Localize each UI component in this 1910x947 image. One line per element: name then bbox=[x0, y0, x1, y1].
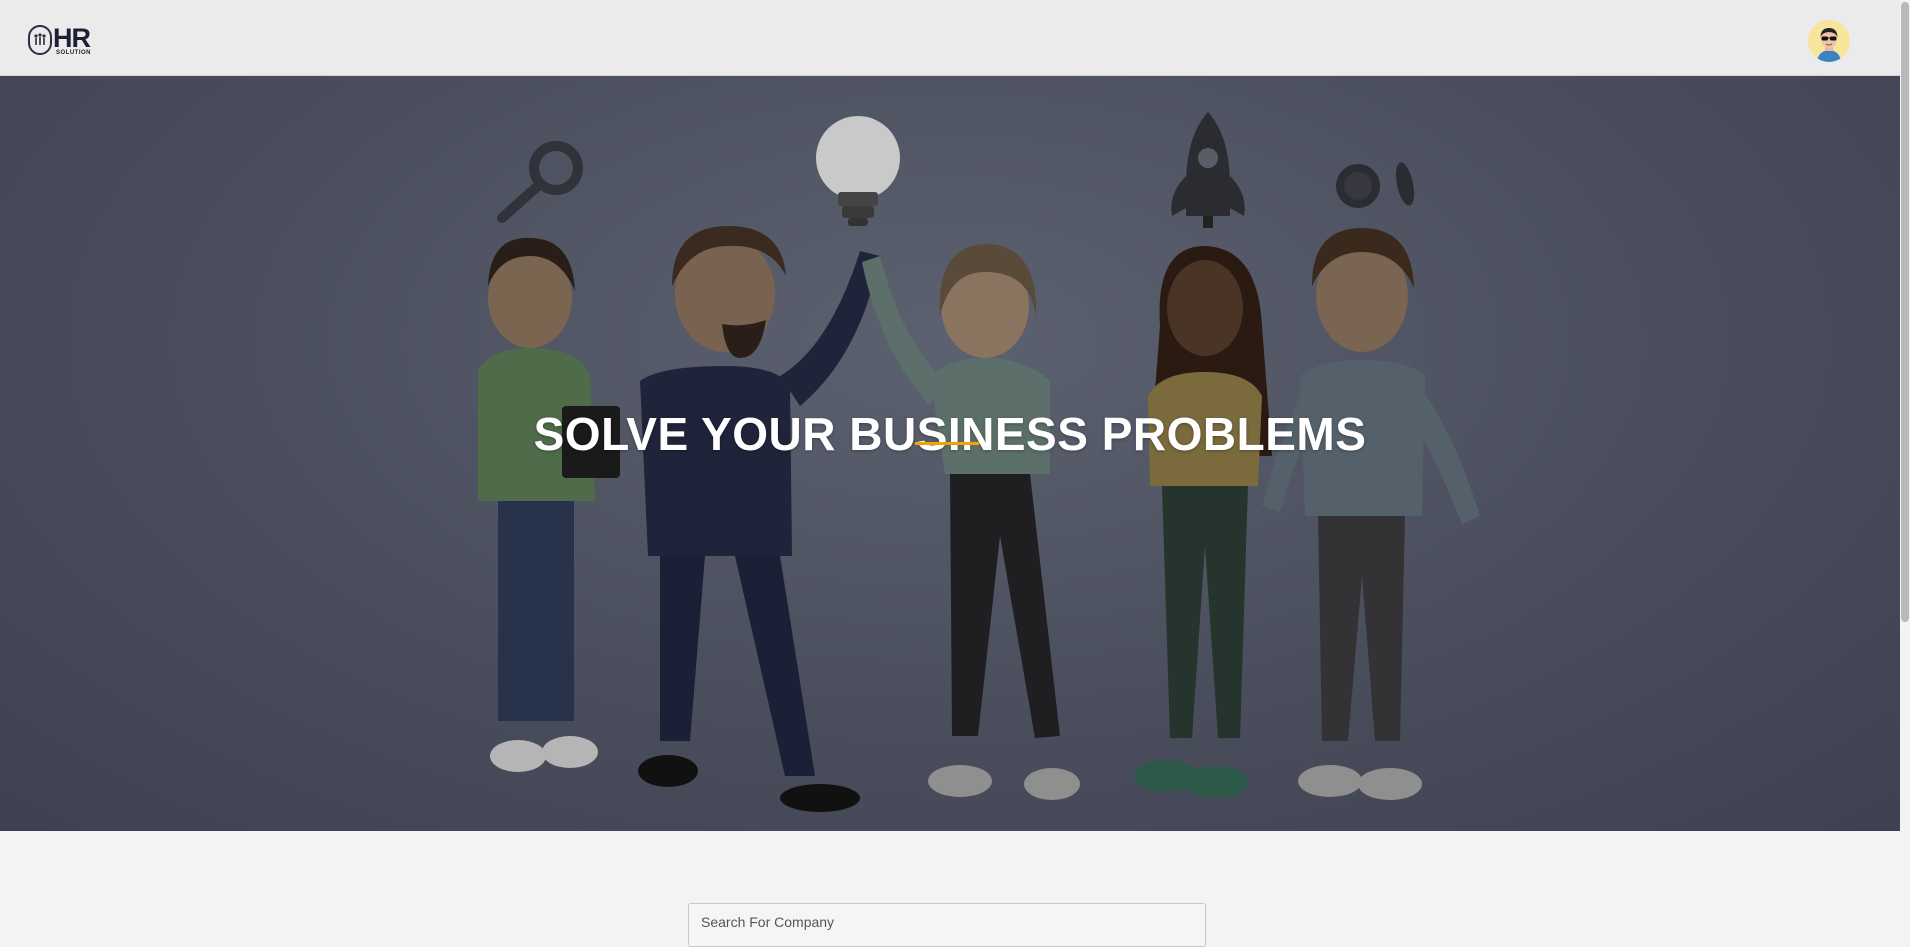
user-avatar-icon bbox=[1808, 20, 1850, 62]
hero-banner: SOLVE YOUR BUSINESS PROBLEMS bbox=[0, 76, 1900, 831]
page-scrollbar[interactable] bbox=[1900, 0, 1910, 937]
hero-title-underline bbox=[915, 442, 979, 445]
logo-wordmark: HR SOLUTION bbox=[53, 22, 91, 56]
person-teal-top bbox=[862, 244, 1080, 800]
person-green-shirt bbox=[478, 237, 620, 772]
top-navbar: HR SOLUTION bbox=[0, 0, 1900, 76]
logo-emblem-icon bbox=[28, 25, 52, 55]
person-dark-suit bbox=[638, 226, 880, 812]
magnifier-icon bbox=[497, 141, 583, 223]
brand-logo[interactable]: HR SOLUTION bbox=[28, 22, 91, 58]
page: HR SOLUTION SOLVE YOUR BUSINESS PROBLEMS… bbox=[0, 0, 1900, 947]
scrollbar-thumb[interactable] bbox=[1901, 2, 1909, 622]
hero-title: SOLVE YOUR BUSINESS PROBLEMS bbox=[533, 407, 1367, 460]
user-avatar[interactable] bbox=[1808, 20, 1850, 62]
person-yellow-top bbox=[1134, 246, 1272, 798]
coins-icon bbox=[1336, 162, 1415, 208]
company-search-input[interactable] bbox=[689, 904, 1205, 946]
person-grey-shirt bbox=[1262, 228, 1480, 800]
company-search bbox=[688, 903, 1206, 947]
logo-subtext: SOLUTION bbox=[56, 49, 91, 56]
logo-text: HR bbox=[53, 22, 91, 53]
lightbulb-icon bbox=[816, 116, 900, 226]
rocket-icon bbox=[1171, 112, 1245, 228]
